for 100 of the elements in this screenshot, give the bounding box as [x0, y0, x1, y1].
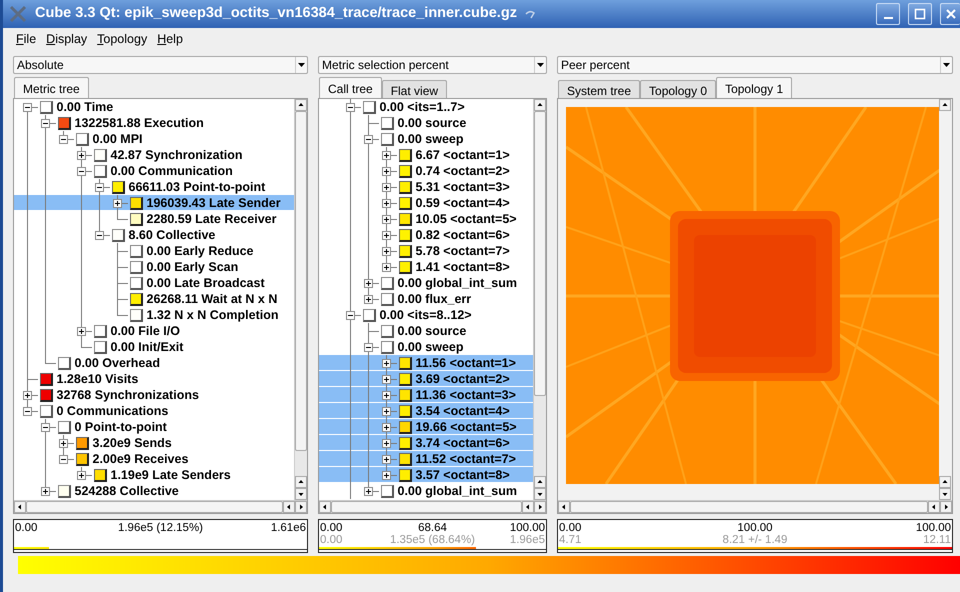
tree-row[interactable]: 6.67 <octant=1>: [319, 147, 533, 163]
tree-row[interactable]: 3.57 <octant=8>: [319, 467, 533, 483]
plus-box-icon[interactable]: [77, 150, 86, 160]
minus-box-icon[interactable]: [346, 102, 355, 112]
tree-row[interactable]: 0.00 Communication: [14, 163, 294, 179]
tree-row[interactable]: 2.00e9 Receives: [14, 451, 294, 467]
scroll-left-button[interactable]: [319, 501, 331, 513]
minus-box-icon[interactable]: [346, 310, 355, 320]
scrollbar-thumb[interactable]: [295, 111, 307, 451]
minus-box-icon[interactable]: [364, 134, 373, 144]
tree-item-label[interactable]: 19.66 <octant=5>: [416, 418, 517, 436]
plus-box-icon[interactable]: [113, 198, 122, 208]
tree-row[interactable]: 1.41 <octant=8>: [319, 259, 533, 275]
tree-item-label[interactable]: 0.00 File I/O: [110, 322, 180, 340]
tree-item-label[interactable]: 1.19e9 Late Senders: [110, 466, 231, 484]
tree-item-label[interactable]: 524288 Collective: [74, 482, 179, 500]
close-button[interactable]: [940, 3, 960, 25]
tree-row[interactable]: 0.00 Init/Exit: [14, 339, 294, 355]
maximize-button[interactable]: [908, 3, 932, 25]
scroll-down-button[interactable]: [295, 488, 307, 500]
tree-item-label[interactable]: 0.00 global_int_sum: [398, 274, 517, 292]
scroll-up-button[interactable]: [295, 476, 307, 488]
scroll-down-button[interactable]: [939, 488, 951, 500]
minus-box-icon[interactable]: [59, 134, 68, 144]
minus-box-icon[interactable]: [364, 342, 373, 352]
tree-item-label[interactable]: 0.00 Communication: [110, 162, 233, 180]
tree-row[interactable]: 0.00 <its=8..12>: [319, 307, 533, 323]
plus-box-icon[interactable]: [382, 214, 391, 224]
scroll-left-button[interactable]: [522, 501, 534, 513]
plus-box-icon[interactable]: [23, 390, 32, 400]
tab[interactable]: Topology 0: [640, 80, 716, 98]
tree-row[interactable]: 0.00 Early Scan: [14, 259, 294, 275]
tab[interactable]: Call tree: [319, 77, 382, 98]
scroll-up-button[interactable]: [939, 476, 951, 488]
tree-row[interactable]: 0.00 Time: [14, 99, 294, 115]
tree-row[interactable]: 0.00 sweep: [319, 339, 533, 355]
tree-row[interactable]: 10.05 <octant=5>: [319, 211, 533, 227]
menu-item[interactable]: File: [13, 30, 40, 48]
vertical-scrollbar[interactable]: [939, 99, 952, 500]
plus-box-icon[interactable]: [382, 390, 391, 400]
menu-item[interactable]: Display: [43, 30, 90, 48]
minimize-button[interactable]: [876, 3, 900, 25]
scrollbar-thumb[interactable]: [331, 501, 522, 513]
tree-row[interactable]: 11.36 <octant=3>: [319, 387, 533, 403]
tree-row[interactable]: 0.00 MPI: [14, 131, 294, 147]
tree-item-label[interactable]: 0.00 source: [398, 322, 466, 340]
tree-item-label[interactable]: 1.41 <octant=8>: [416, 258, 510, 276]
tree-row[interactable]: 0.00 Late Broadcast: [14, 275, 294, 291]
plus-box-icon[interactable]: [59, 438, 68, 448]
horizontal-scrollbar[interactable]: [558, 500, 952, 513]
tree-item-label[interactable]: 2280.59 Late Receiver: [146, 210, 276, 228]
scroll-up-button[interactable]: [939, 99, 951, 111]
tree-row[interactable]: 524288 Collective: [14, 483, 294, 499]
tab[interactable]: Metric tree: [14, 77, 89, 98]
scroll-right-button[interactable]: [940, 501, 952, 513]
tree-row[interactable]: 1.28e10 Visits: [14, 371, 294, 387]
tree-item-label[interactable]: 0.00 Early Scan: [146, 258, 238, 276]
tree-item-label[interactable]: 0.00 flux_err: [398, 290, 472, 308]
horizontal-scrollbar[interactable]: [319, 500, 546, 513]
scroll-up-button[interactable]: [295, 99, 307, 111]
tree-row[interactable]: 2280.59 Late Receiver: [14, 211, 294, 227]
scroll-up-button[interactable]: [534, 99, 546, 111]
tree-item-label[interactable]: 3.57 <octant=8>: [416, 466, 510, 484]
plus-box-icon[interactable]: [382, 262, 391, 272]
minus-box-icon[interactable]: [41, 118, 50, 128]
tree-item-label[interactable]: 0.59 <octant=4>: [416, 194, 510, 212]
tree-item-label[interactable]: 0.00 sweep: [398, 338, 464, 356]
vertical-scrollbar[interactable]: [533, 99, 546, 500]
tree-row[interactable]: 3.20e9 Sends: [14, 435, 294, 451]
tree-row[interactable]: 0.00 source: [319, 323, 533, 339]
tree-item-label[interactable]: 5.31 <octant=3>: [416, 178, 510, 196]
vertical-scrollbar[interactable]: [294, 99, 307, 500]
scroll-left-button[interactable]: [283, 501, 295, 513]
tab[interactable]: Topology 1: [716, 77, 792, 98]
tree-item-label[interactable]: 0.00 sweep: [398, 130, 464, 148]
tree-row[interactable]: 42.87 Synchronization: [14, 147, 294, 163]
dropdown[interactable]: Absolute: [13, 56, 308, 74]
plus-box-icon[interactable]: [364, 294, 373, 304]
horizontal-scrollbar[interactable]: [14, 500, 307, 513]
tree-row[interactable]: 0.00 sweep: [319, 131, 533, 147]
scrollbar-thumb[interactable]: [534, 111, 546, 396]
scroll-up-button[interactable]: [534, 476, 546, 488]
tree-row[interactable]: 0 Point-to-point: [14, 419, 294, 435]
plus-box-icon[interactable]: [382, 198, 391, 208]
tree-item-label[interactable]: 0.00 source: [398, 114, 466, 132]
tree-item-label[interactable]: 0.00 global_int_sum: [398, 482, 517, 500]
scroll-right-button[interactable]: [295, 501, 307, 513]
tree-row[interactable]: 5.31 <octant=3>: [319, 179, 533, 195]
tree-item-label[interactable]: 2.00e9 Receives: [92, 450, 188, 468]
tree-item-label[interactable]: 0 Point-to-point: [74, 418, 167, 436]
plus-box-icon[interactable]: [77, 470, 86, 480]
minus-box-icon[interactable]: [59, 454, 68, 464]
plus-box-icon[interactable]: [382, 150, 391, 160]
minus-box-icon[interactable]: [23, 406, 32, 416]
tree-item-label[interactable]: 0.00 Late Broadcast: [146, 274, 265, 292]
tree-item-label[interactable]: 0.00 <its=8..12>: [380, 306, 472, 324]
scroll-left-button[interactable]: [14, 501, 26, 513]
menu-item[interactable]: Topology: [94, 30, 150, 48]
tree-row[interactable]: 19.66 <octant=5>: [319, 419, 533, 435]
plus-box-icon[interactable]: [382, 246, 391, 256]
